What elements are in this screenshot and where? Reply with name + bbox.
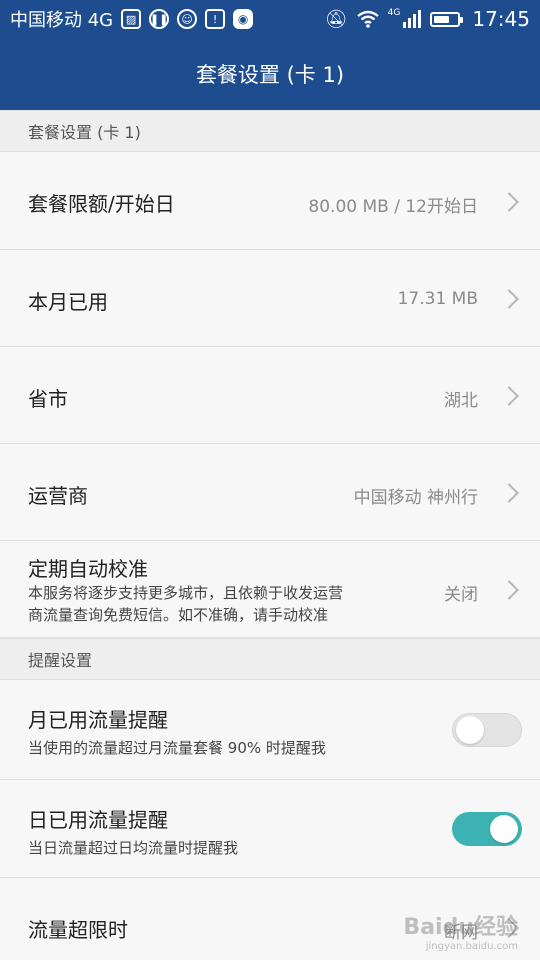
daily-alert-toggle[interactable]: [452, 812, 522, 846]
row-carrier[interactable]: 运营商 中国移动 神州行: [0, 444, 540, 541]
watermark-logo: Baidu经验 jingyan.baidu.com: [403, 909, 518, 952]
network-type-badge: 4G: [387, 8, 401, 18]
pause-icon: ❚❚: [149, 9, 170, 29]
row-value: 关闭: [444, 585, 478, 605]
row-value: 80.00 MB / 12开始日: [308, 197, 478, 217]
row-value: 中国移动 神州行: [353, 488, 478, 508]
watermark-url: jingyan.baidu.com: [425, 941, 518, 952]
row-title: 运营商: [28, 484, 88, 508]
toggle-knob: [490, 815, 518, 843]
row-used-this-month[interactable]: 本月已用 17.31 MB: [0, 250, 540, 347]
row-title: 定期自动校准: [28, 557, 148, 581]
row-title: 省市: [28, 387, 68, 411]
signal-icon: [403, 10, 422, 28]
chevron-right-icon: [499, 386, 519, 406]
row-title: 日已用流量提醒: [28, 808, 168, 832]
row-plan-limit[interactable]: 套餐限额/开始日 80.00 MB / 12开始日: [0, 152, 540, 250]
mute-icon: 🔕︎: [324, 8, 348, 30]
chevron-right-icon: [499, 580, 519, 600]
row-description: 当日流量超过日均流量时提醒我: [28, 839, 239, 857]
battery-saver-icon: !: [205, 9, 226, 29]
row-description-line-1: 本服务将逐步支持更多城市，且依赖于收发运营: [28, 584, 344, 602]
row-description: 当使用的流量超过月流量套餐 90% 时提醒我: [28, 739, 326, 757]
battery-icon: [430, 11, 464, 27]
chevron-right-icon: [499, 289, 519, 309]
row-value: 17.31 MB: [397, 289, 478, 309]
row-description-line-2: 商流量查询免费短信。如不准确，请手动校准: [28, 606, 329, 624]
chevron-right-icon: [499, 192, 519, 212]
monthly-alert-toggle[interactable]: [452, 713, 522, 747]
app-bar: 套餐设置 (卡 1): [0, 38, 540, 110]
row-value: 湖北: [444, 391, 478, 411]
app-badge-icon: ◉: [233, 9, 254, 29]
row-title: 本月已用: [28, 290, 108, 314]
toggle-knob: [456, 716, 484, 744]
clock: 17:45: [472, 7, 530, 31]
image-icon: ▨: [121, 9, 142, 29]
status-bar-right: 🔕︎ 4G 17:45: [325, 7, 530, 31]
carrier-label: 中国移动 4G: [10, 10, 114, 31]
row-monthly-alert[interactable]: 月已用流量提醒 当使用的流量超过月流量套餐 90% 时提醒我: [0, 680, 540, 780]
row-auto-calibrate[interactable]: 定期自动校准 本服务将逐步支持更多城市，且依赖于收发运营 商流量查询免费短信。如…: [0, 541, 540, 638]
section-title: 套餐设置 (卡 1): [28, 123, 141, 142]
row-title: 套餐限额/开始日: [28, 192, 175, 216]
wifi-icon: [356, 10, 379, 28]
battery-level: [434, 15, 450, 23]
section-header-reminder: 提醒设置: [0, 638, 540, 680]
row-daily-alert[interactable]: 日已用流量提醒 当日流量超过日均流量时提醒我: [0, 780, 540, 878]
watermark-brand: Baidu经验: [403, 915, 518, 940]
page-title: 套餐设置 (卡 1): [195, 63, 345, 87]
status-bar-left: 中国移动 4G ▨ ❚❚ ☺ ! ◉: [10, 6, 254, 32]
section-header-plan: 套餐设置 (卡 1): [0, 110, 540, 152]
status-bar: 中国移动 4G ▨ ❚❚ ☺ ! ◉ 🔕︎ 4G 17:45: [0, 0, 540, 38]
row-title: 月已用流量提醒: [28, 708, 168, 732]
row-province[interactable]: 省市 湖北: [0, 347, 540, 444]
chevron-right-icon: [499, 483, 519, 503]
row-title: 流量超限时: [28, 918, 128, 942]
face-icon: ☺: [177, 9, 198, 29]
section-title: 提醒设置: [28, 651, 93, 670]
